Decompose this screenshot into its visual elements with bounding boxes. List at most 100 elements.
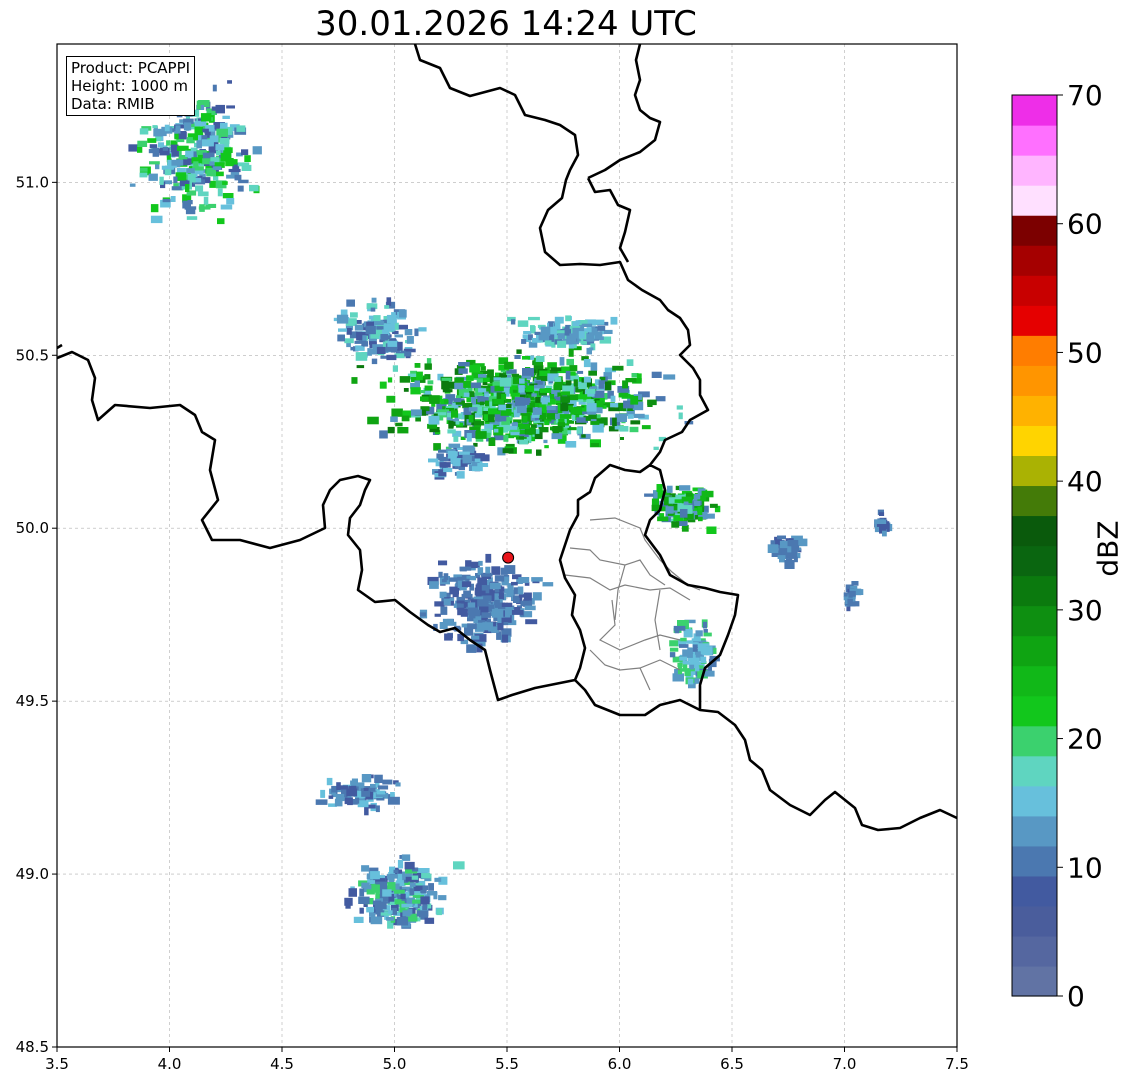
y-tick-label: 49.0 [16,865,49,883]
echo-cell [682,664,688,671]
echo-cell [483,414,488,421]
echo-cell [655,396,666,402]
echo-cell [677,665,683,675]
echo-cell [590,421,600,425]
echo-cell [442,389,453,393]
echo-cell [581,434,586,438]
echo-cell [401,415,410,422]
echo-cell [513,587,519,595]
echo-cell [366,906,375,913]
colorbar-tick-label: 50 [1067,336,1103,369]
echo-cell [474,453,485,459]
echo-cell [521,339,527,344]
echo-cell [559,414,572,419]
echo-cell [669,652,676,658]
echo-cell [379,381,387,389]
echo-cell [513,595,520,603]
echo-cell [219,138,230,145]
colorbar-swatch [1012,665,1057,697]
echo-cell [550,367,562,372]
echo-cell [340,309,348,315]
colorbar-tick-label: 70 [1067,80,1103,112]
echo-cell [387,340,399,347]
echo-cell [428,458,439,463]
y-tick-label: 49.5 [16,692,49,710]
echo-cell [361,882,370,889]
colorbar-tick-label: 40 [1067,465,1103,498]
echo-cell [454,377,464,383]
colorbar-tick-label: 60 [1067,208,1103,241]
echo-cell [386,874,398,879]
echo-cell [514,355,521,359]
colorbar-swatch [1012,545,1057,577]
echo-cell [535,397,541,403]
echo-cell [217,188,223,197]
echo-cell [466,433,472,442]
echo-cell [382,889,392,897]
echo-cell [429,581,439,589]
echo-cell [395,422,403,427]
echo-cell [387,377,393,383]
colorbar-swatch [1012,875,1057,907]
echo-cell [516,405,527,414]
echo-cell [434,601,445,607]
echo-cell [215,144,225,151]
echo-cell [452,458,461,467]
x-tick-label: 6.0 [608,1055,632,1073]
colorbar-swatch [1012,485,1057,517]
echo-cell [388,910,393,914]
echo-cell [443,468,453,473]
colorbar-swatch [1012,245,1057,276]
echo-cell [680,637,687,642]
echo-cell [554,377,562,382]
echo-cell [478,374,487,378]
echo-cell [153,128,163,137]
echo-cell [440,606,448,615]
echo-cell [361,865,370,872]
echo-cell [458,362,470,367]
radar-site-marker [502,551,515,564]
echo-cell [457,607,463,616]
echo-cell [597,326,606,331]
echo-cell [186,137,193,142]
echo-cell [469,391,475,397]
echo-cell [162,147,168,151]
echo-cell [377,785,389,790]
echo-cell [443,573,449,581]
echo-cell [849,590,856,597]
echo-cell [532,592,542,601]
echo-cell [666,485,673,493]
echo-cell [185,184,190,192]
echo-cell [165,165,174,170]
echo-cell [370,783,376,788]
echo-cell [152,125,158,129]
echo-cell [698,516,703,522]
echo-cell [315,799,328,805]
echo-cell [448,420,454,429]
echo-cell [657,516,669,522]
echo-cell [421,390,426,394]
echo-cell [393,869,399,874]
echo-cell [463,590,471,597]
colorbar-swatch [1012,425,1057,456]
echo-cell [522,356,531,360]
echo-cell [672,673,684,682]
x-tick-label: 6.5 [720,1055,744,1073]
echo-cell [608,407,620,412]
echo-cell [411,875,419,880]
echo-cell [629,426,639,433]
echo-cell [234,174,242,181]
x-tick-label: 4.0 [158,1055,182,1073]
echo-cell [476,583,481,587]
echo-cell [401,903,413,908]
echo-cell [384,305,390,309]
colorbar-swatch [1012,755,1057,787]
echo-cell [619,426,629,432]
echo-cell [200,113,212,122]
echo-cell [498,404,507,411]
echo-cell [426,891,437,896]
echo-cell [358,896,370,904]
echo-cell [226,105,235,109]
echo-cell [485,553,492,563]
echo-cell [344,338,354,344]
